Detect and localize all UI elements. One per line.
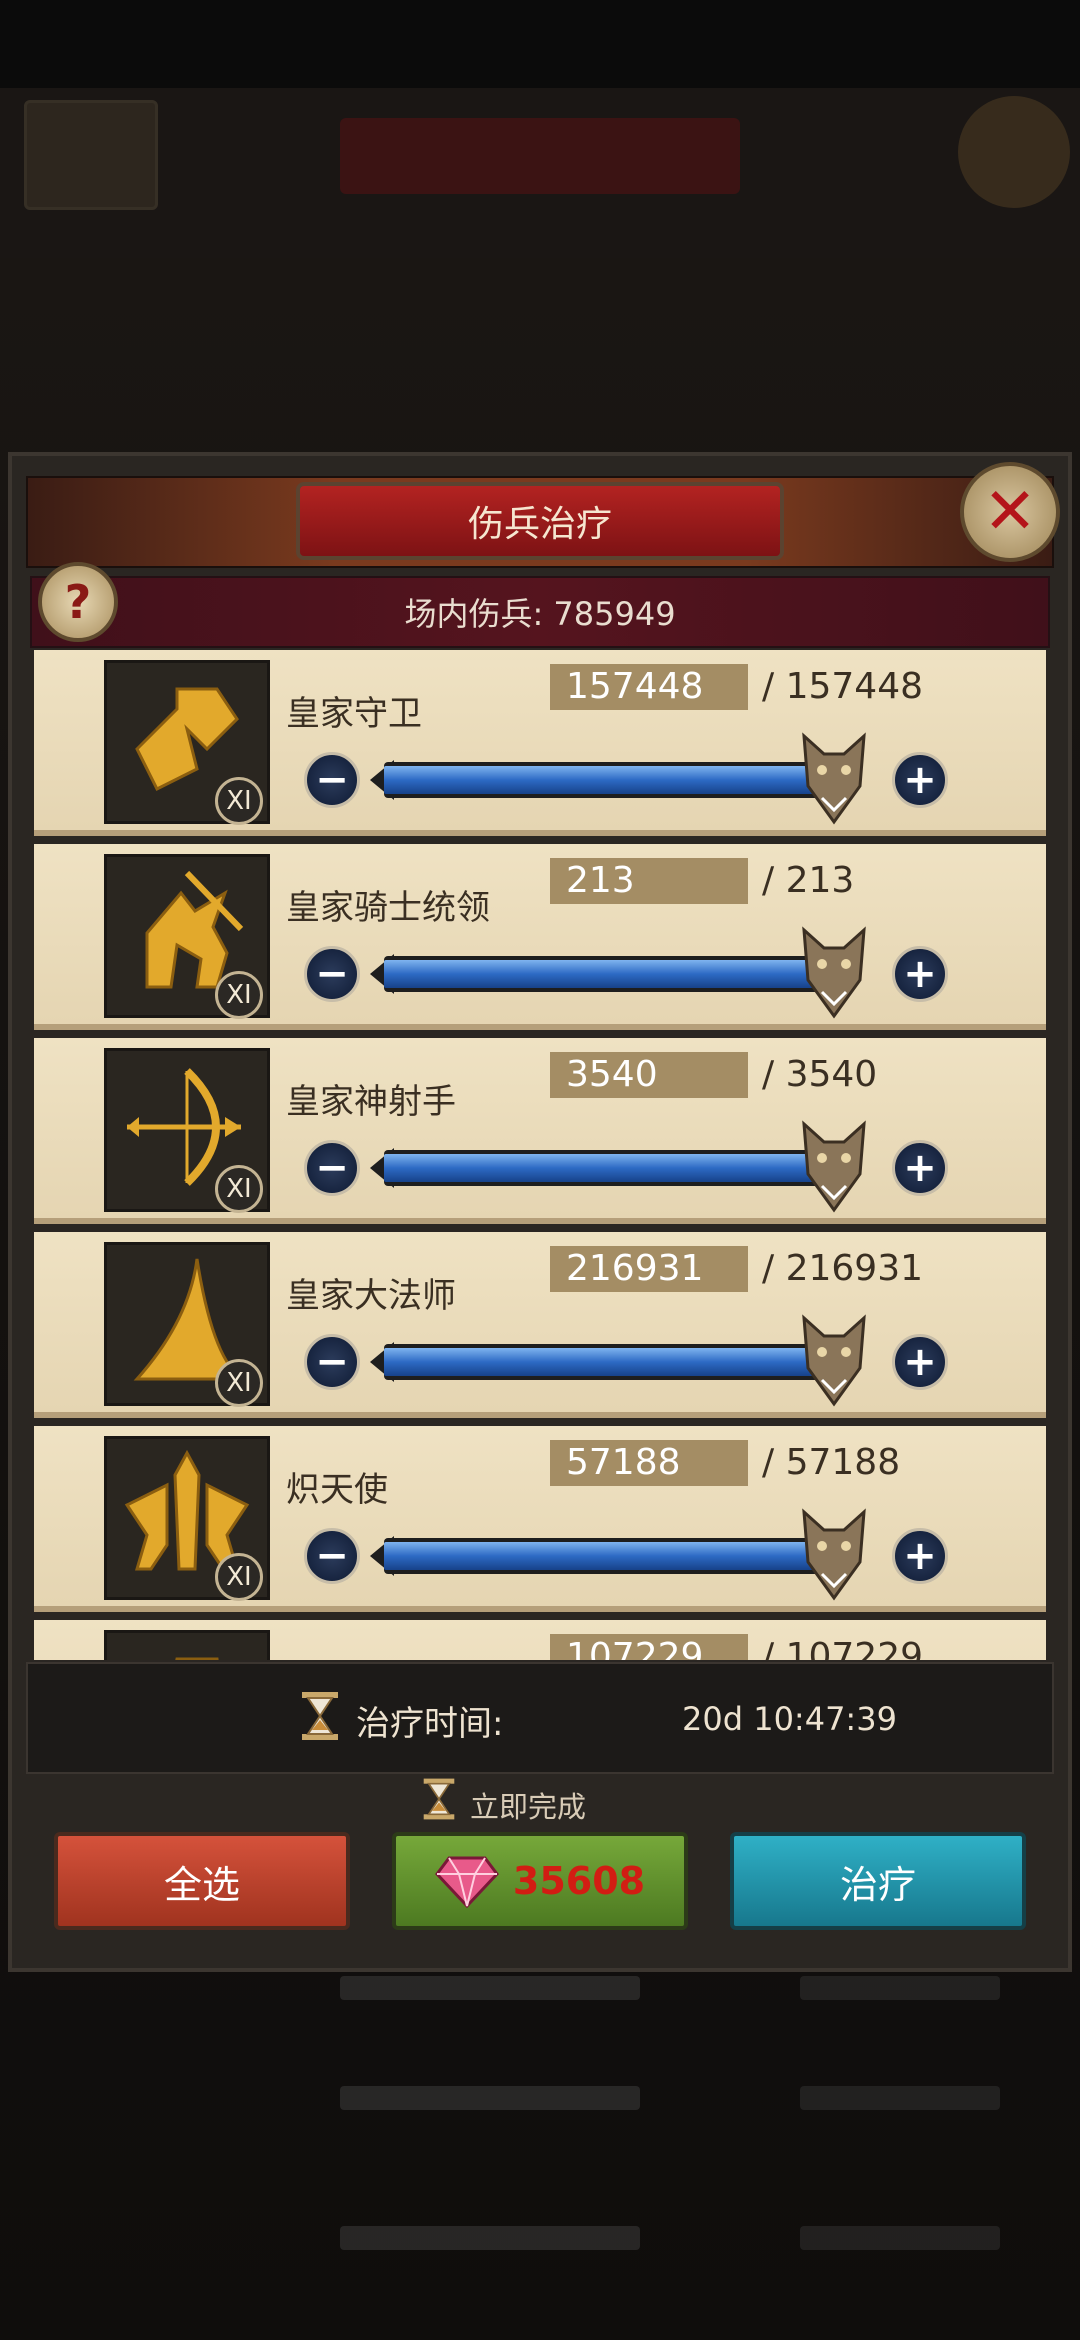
unit-level-badge: XI — [215, 777, 263, 825]
unit-row: XI 107229 / 107229 — [34, 1620, 1046, 1660]
unit-row: XI 皇家守卫 157448 / 157448 − + — [34, 650, 1046, 836]
slider-handle-dragon-icon[interactable] — [794, 1114, 874, 1214]
instant-complete-button[interactable]: 35608 — [392, 1832, 688, 1930]
minus-icon: − — [315, 1533, 349, 1579]
background-row — [0, 2050, 1080, 2150]
wounded-total: 场内伤兵: 785949 — [30, 576, 1050, 648]
unit-row: XI 皇家大法师 216931 / 216931 − + — [34, 1232, 1046, 1418]
close-button[interactable]: ✕ — [960, 462, 1060, 562]
unit-icon — [175, 1657, 219, 1660]
heal-time-value: 20d 10:47:39 — [682, 1700, 897, 1738]
unit-name: 皇家守卫 — [286, 694, 422, 734]
help-icon: ? — [64, 575, 92, 629]
plus-icon: + — [903, 951, 937, 997]
unit-portrait: XI — [104, 1630, 270, 1660]
heal-time-bar — [26, 1662, 1054, 1774]
unit-name: 皇家神射手 — [286, 1082, 456, 1122]
decrease-button[interactable]: − — [304, 946, 360, 1002]
background-help-button — [958, 96, 1070, 208]
minus-icon: − — [315, 1145, 349, 1191]
unit-max-count: / 157448 — [762, 666, 923, 707]
unit-max-count: / 216931 — [762, 1248, 923, 1289]
unit-name: 皇家大法师 — [286, 1276, 456, 1316]
unit-name: 皇家骑士统领 — [286, 888, 490, 928]
slider-handle-dragon-icon[interactable] — [794, 726, 874, 826]
decrease-button[interactable]: − — [304, 1140, 360, 1196]
slider-handle-dragon-icon[interactable] — [794, 920, 874, 1020]
quantity-slider[interactable] — [384, 1150, 854, 1186]
unit-name: 炽天使 — [286, 1470, 388, 1510]
increase-button[interactable]: + — [892, 1140, 948, 1196]
background-back-button — [24, 100, 158, 210]
unit-level-badge: XI — [215, 971, 263, 1019]
unit-list[interactable]: XI 皇家守卫 157448 / 157448 − + XI 皇家骑士统领 21… — [34, 650, 1046, 1660]
minus-icon: − — [315, 757, 349, 803]
increase-button[interactable]: + — [892, 1334, 948, 1390]
select-all-button[interactable]: 全选 — [54, 1832, 350, 1930]
gem-icon — [434, 1856, 499, 1908]
unit-quantity-input[interactable]: 107229 — [550, 1634, 748, 1660]
unit-portrait: XI — [104, 854, 270, 1019]
plus-icon: + — [903, 1533, 937, 1579]
quantity-slider[interactable] — [384, 1538, 854, 1574]
hourglass-icon — [423, 1778, 455, 1820]
increase-button[interactable]: + — [892, 1528, 948, 1584]
unit-quantity-input[interactable]: 57188 — [550, 1440, 748, 1486]
plus-icon: + — [903, 1339, 937, 1385]
dialog-title: 伤兵治疗 — [296, 482, 784, 560]
unit-max-count: / 107229 — [762, 1636, 923, 1660]
plus-icon: + — [903, 757, 937, 803]
unit-max-count: / 3540 — [762, 1054, 878, 1095]
background-row — [0, 2190, 1080, 2290]
heal-time-label: 治疗时间: — [356, 1704, 504, 1744]
quantity-slider[interactable] — [384, 1344, 854, 1380]
close-icon: ✕ — [983, 475, 1037, 549]
decrease-button[interactable]: − — [304, 1334, 360, 1390]
unit-portrait: XI — [104, 1242, 270, 1407]
unit-level-badge: XI — [215, 1165, 263, 1213]
unit-portrait: XI — [104, 660, 270, 825]
plus-icon: + — [903, 1145, 937, 1191]
gem-cost: 35608 — [512, 1859, 646, 1903]
quantity-slider[interactable] — [384, 956, 854, 992]
minus-icon: − — [315, 951, 349, 997]
increase-button[interactable]: + — [892, 752, 948, 808]
decrease-button[interactable]: − — [304, 752, 360, 808]
quantity-slider[interactable] — [384, 762, 854, 798]
decrease-button[interactable]: − — [304, 1528, 360, 1584]
unit-quantity-input[interactable]: 216931 — [550, 1246, 748, 1292]
help-button[interactable]: ? — [38, 562, 118, 642]
heal-button[interactable]: 治疗 — [730, 1832, 1026, 1930]
unit-max-count: / 213 — [762, 860, 855, 901]
unit-row: XI 皇家神射手 3540 / 3540 − + — [34, 1038, 1046, 1224]
increase-button[interactable]: + — [892, 946, 948, 1002]
slider-handle-dragon-icon[interactable] — [794, 1308, 874, 1408]
hourglass-icon — [302, 1692, 338, 1740]
unit-quantity-input[interactable]: 157448 — [550, 664, 748, 710]
unit-portrait: XI — [104, 1048, 270, 1213]
unit-quantity-input[interactable]: 3540 — [550, 1052, 748, 1098]
unit-portrait: XI — [104, 1436, 270, 1601]
slider-handle-dragon-icon[interactable] — [794, 1502, 874, 1602]
instant-complete-label: 立即完成 — [470, 1790, 587, 1824]
unit-row: XI 皇家骑士统领 213 / 213 − + — [34, 844, 1046, 1030]
unit-row: XI 炽天使 57188 / 57188 − + — [34, 1426, 1046, 1612]
unit-level-badge: XI — [215, 1359, 263, 1407]
background-title-plate — [340, 118, 740, 194]
unit-level-badge: XI — [215, 1553, 263, 1601]
unit-quantity-input[interactable]: 213 — [550, 858, 748, 904]
minus-icon: − — [315, 1339, 349, 1385]
unit-max-count: / 57188 — [762, 1442, 901, 1483]
